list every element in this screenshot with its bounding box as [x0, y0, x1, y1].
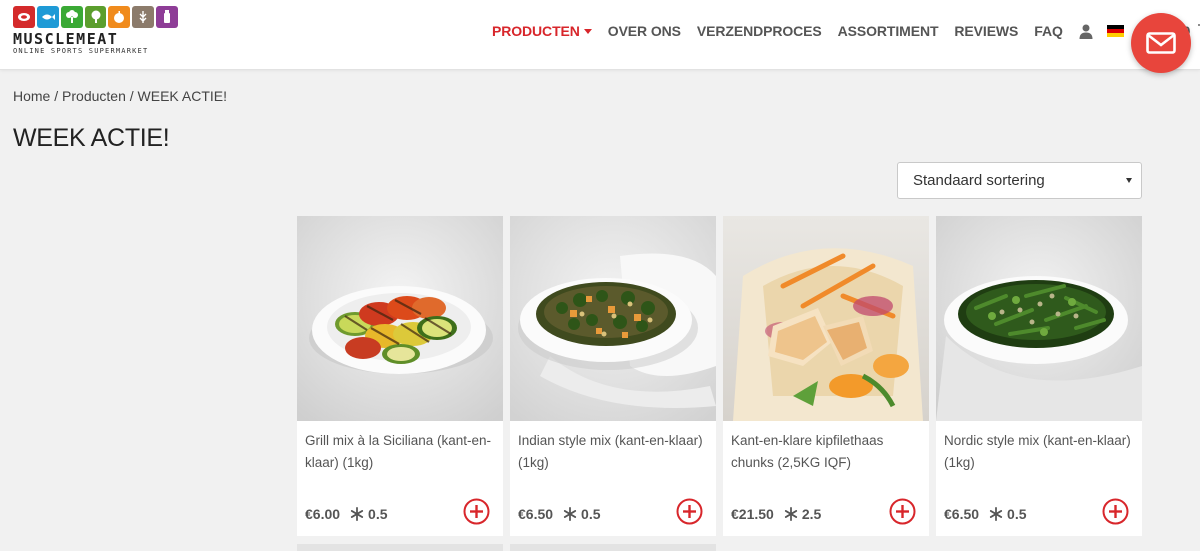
product-price: €6.50: [518, 506, 554, 522]
nav-item-reviews[interactable]: REVIEWS: [954, 23, 1018, 39]
nav-item-assortiment[interactable]: ASSORTIMENT: [838, 23, 939, 39]
german-flag-icon[interactable]: [1106, 25, 1124, 37]
product-image-green-beans[interactable]: [936, 216, 1142, 421]
product-meta: €6.50 0.5: [944, 506, 1027, 522]
product-freeze-value: 2.5: [801, 506, 822, 522]
sort-selected-value: Standaard sortering: [913, 172, 1045, 189]
add-to-cart-button[interactable]: [889, 498, 916, 525]
fruit-icon: [108, 6, 131, 28]
product-name[interactable]: Nordic style mix (kant-en-klaar) (1kg): [944, 430, 1134, 474]
breadcrumb: Home / Producten / WEEK ACTIE!: [13, 88, 227, 104]
main-nav: PRODUCTEN OVER ONS VERZENDPROCES ASSORTI…: [492, 22, 1200, 40]
grain-icon: [132, 6, 155, 28]
nav-item-producten[interactable]: PRODUCTEN: [492, 23, 592, 39]
product-card[interactable]: Nordic style mix (kant-en-klaar) (1kg) €…: [936, 216, 1142, 536]
product-price: €21.50: [731, 506, 774, 522]
breadcrumb-current: WEEK ACTIE!: [137, 88, 227, 104]
breadcrumb-separator: /: [125, 88, 138, 104]
breadcrumb-producten[interactable]: Producten: [62, 88, 126, 104]
product-card[interactable]: Kant-en-klare kipfilethaas chunks (2,5KG…: [723, 216, 929, 536]
logo[interactable]: MUSCLEMEAT ONLINE SPORTS SUPERMARKET: [13, 6, 179, 62]
nav-item-verzendproces[interactable]: VERZENDPROCES: [697, 23, 822, 39]
product-meta: €6.50 0.5: [518, 506, 601, 522]
contact-mail-button[interactable]: [1131, 13, 1191, 73]
snowflake-icon: [350, 507, 364, 521]
product-freeze-value: 0.5: [368, 506, 388, 522]
product-freeze-value: 0.5: [1007, 506, 1027, 522]
product-image-lentil-spinach[interactable]: [510, 216, 716, 421]
add-to-cart-button[interactable]: [1102, 498, 1129, 525]
logo-tagline: ONLINE SPORTS SUPERMARKET: [13, 47, 149, 55]
nav-item-over-ons[interactable]: OVER ONS: [608, 23, 681, 39]
page-title: WEEK ACTIE!: [13, 124, 170, 152]
product-card-partial[interactable]: [510, 544, 716, 551]
mail-icon: [1146, 32, 1176, 54]
add-to-cart-button[interactable]: [676, 498, 703, 525]
plus-circle-icon: [676, 498, 703, 525]
logo-icons: [13, 6, 179, 28]
product-card[interactable]: Grill mix à la Siciliana (kant-en-klaar)…: [297, 216, 503, 536]
breadcrumb-home[interactable]: Home: [13, 88, 50, 104]
user-icon[interactable]: [1079, 24, 1093, 39]
product-name[interactable]: Grill mix à la Siciliana (kant-en-klaar)…: [305, 430, 495, 474]
product-name[interactable]: Indian style mix (kant-en-klaar) (1kg): [518, 430, 708, 474]
dropdown-arrow-icon: [1126, 178, 1132, 183]
nav-item-label: PRODUCTEN: [492, 23, 580, 39]
fish-icon: [36, 6, 59, 28]
product-meta: €21.50 2.5: [731, 506, 821, 522]
product-image-grilled-vegetables[interactable]: [297, 216, 503, 421]
plus-circle-icon: [463, 498, 490, 525]
product-card[interactable]: Indian style mix (kant-en-klaar) (1kg) €…: [510, 216, 716, 536]
product-card-partial[interactable]: [297, 544, 503, 551]
product-price: €6.50: [944, 506, 980, 522]
product-image-chicken-wrap[interactable]: [723, 216, 929, 421]
product-price: €6.00: [305, 506, 341, 522]
snowflake-icon: [989, 507, 1003, 521]
site-header: MUSCLEMEAT ONLINE SPORTS SUPERMARKET PRO…: [0, 0, 1200, 70]
sort-select[interactable]: Standaard sortering: [897, 162, 1142, 199]
snowflake-icon: [784, 507, 798, 521]
broccoli-icon: [84, 6, 107, 28]
product-name[interactable]: Kant-en-klare kipfilethaas chunks (2,5KG…: [731, 430, 921, 474]
logo-wordmark: MUSCLEMEAT: [13, 30, 119, 48]
nav-item-faq[interactable]: FAQ: [1034, 23, 1063, 39]
add-to-cart-button[interactable]: [463, 498, 490, 525]
meat-icon: [13, 6, 35, 28]
plus-circle-icon: [889, 498, 916, 525]
caret-down-icon: [583, 28, 592, 34]
breadcrumb-separator: /: [50, 88, 63, 104]
product-freeze-value: 0.5: [581, 506, 601, 522]
product-meta: €6.00 0.5: [305, 506, 388, 522]
supplement-icon: [156, 6, 179, 28]
plus-circle-icon: [1102, 498, 1129, 525]
snowflake-icon: [563, 507, 577, 521]
vegetable-icon: [60, 6, 83, 28]
